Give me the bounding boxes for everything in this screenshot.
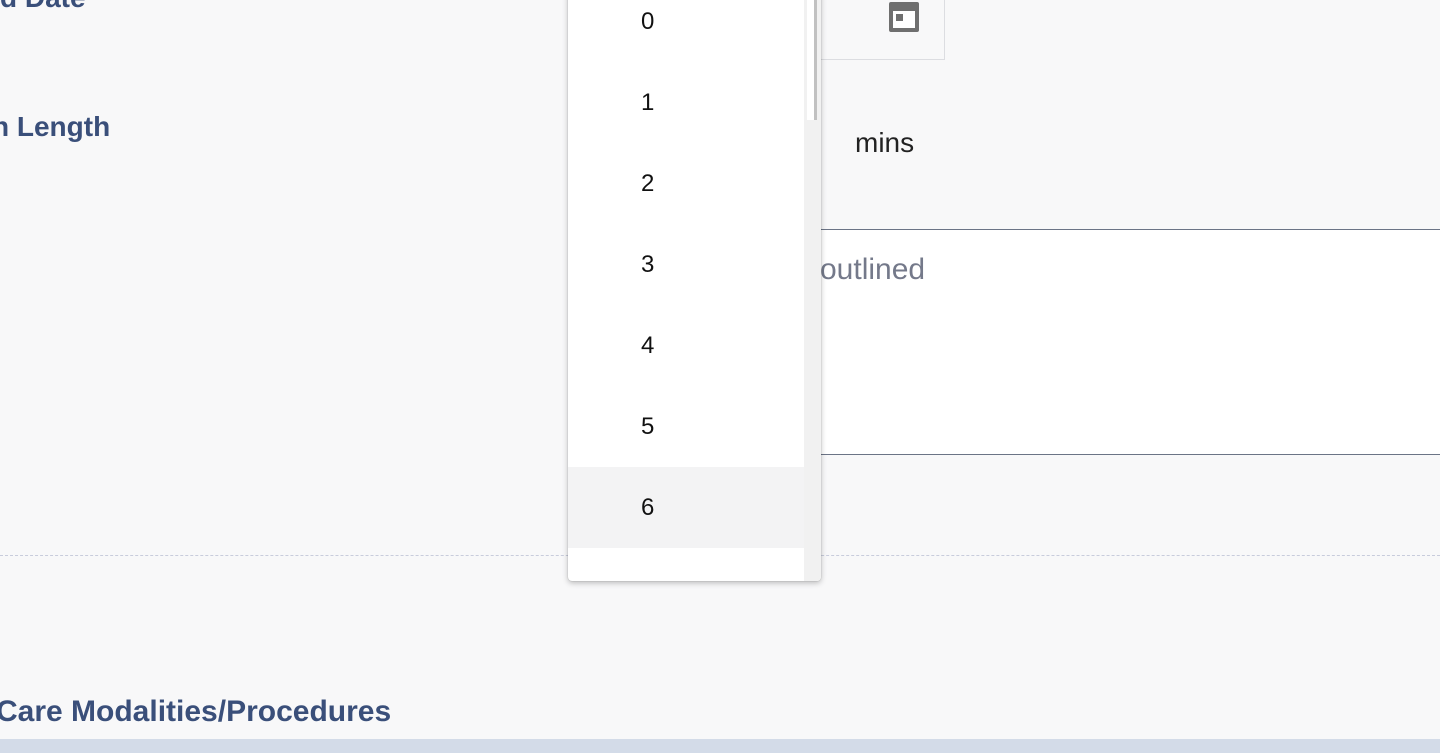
- length-unit-text: mins: [855, 127, 915, 158]
- date-label: d Date: [0, 0, 86, 14]
- dropdown-option-label: 4: [641, 331, 655, 359]
- dropdown-option-label: 5: [641, 412, 655, 440]
- dropdown-list: 0 1 2 3 4 5 6: [568, 0, 804, 581]
- dropdown-option[interactable]: 4: [568, 305, 804, 386]
- dropdown-option[interactable]: 0: [568, 0, 804, 62]
- page: d Date n Length mins outlined Care Modal…: [0, 0, 1440, 753]
- dropdown-scrollbar-thumb[interactable]: [807, 0, 817, 120]
- session-length-label: n Length: [0, 111, 111, 142]
- notes-placeholder: outlined: [820, 253, 926, 286]
- section-header-strip: [0, 739, 1440, 753]
- dropdown-option[interactable]: 5: [568, 386, 804, 467]
- dropdown-option-label: 2: [641, 169, 655, 197]
- dropdown-option-label: 3: [641, 250, 655, 278]
- dropdown-option[interactable]: 2: [568, 143, 804, 224]
- section-title: Care Modalities/Procedures: [0, 695, 392, 728]
- length-dropdown-menu[interactable]: 0 1 2 3 4 5 6: [568, 0, 821, 581]
- dropdown-option-label: 6: [641, 493, 655, 521]
- dropdown-option[interactable]: 3: [568, 224, 804, 305]
- dropdown-option[interactable]: 1: [568, 62, 804, 143]
- dropdown-option-label: 0: [641, 7, 655, 35]
- dropdown-option-label: 1: [641, 88, 655, 116]
- dropdown-option[interactable]: 6: [568, 467, 804, 548]
- calendar-icon[interactable]: [887, 0, 921, 34]
